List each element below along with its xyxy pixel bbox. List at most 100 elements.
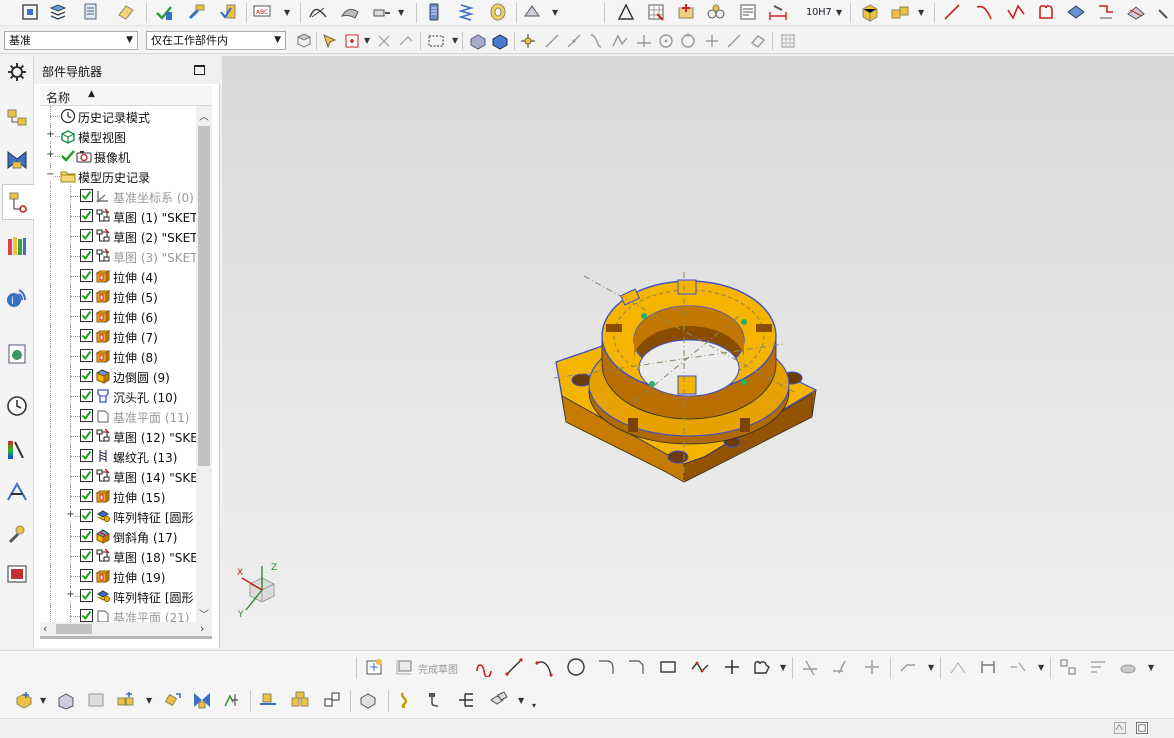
sketch-icon[interactable]: [364, 657, 384, 677]
tree-node[interactable]: 基准坐标系 (0): [40, 186, 196, 206]
feature-checkbox[interactable]: [80, 469, 93, 482]
gear-group-icon[interactable]: [706, 2, 726, 22]
expand-icon[interactable]: +: [46, 130, 55, 140]
arrange-icon[interactable]: [322, 690, 342, 710]
snap-icon[interactable]: [374, 31, 394, 51]
general-selection-icon[interactable]: [320, 31, 340, 51]
point-on-curve-icon[interactable]: [724, 31, 744, 51]
selection-filter-status-icon[interactable]: [1112, 720, 1128, 736]
tree-node[interactable]: 倒斜角 (17): [40, 526, 196, 546]
feature-checkbox[interactable]: [80, 509, 93, 522]
expand-icon[interactable]: +: [66, 590, 75, 600]
line-icon[interactable]: [942, 2, 962, 22]
mirror-curve-icon[interactable]: [948, 657, 968, 677]
report-icon[interactable]: [738, 2, 758, 22]
assembly-navigator-icon[interactable]: [5, 106, 29, 130]
feature-checkbox[interactable]: [80, 429, 93, 442]
finish-sketch-label[interactable]: 完成草图: [418, 661, 458, 676]
expand-icon[interactable]: +: [66, 510, 75, 520]
feature-selection-icon[interactable]: [342, 31, 362, 51]
tree-node[interactable]: + 模型视图: [40, 126, 196, 146]
tree-node[interactable]: 拉伸 (4): [40, 266, 196, 286]
tree-node[interactable]: 拉伸 (8): [40, 346, 196, 366]
point-icon[interactable]: [396, 31, 416, 51]
scrollbar-thumb[interactable]: [198, 126, 210, 466]
tolerance-label[interactable]: 10H7: [806, 7, 832, 18]
tree-node[interactable]: 沉头孔 (10): [40, 386, 196, 406]
feature-checkbox[interactable]: [80, 589, 93, 602]
settings-icon[interactable]: [5, 60, 29, 84]
snap-point-icon[interactable]: [518, 31, 538, 51]
settings-icon[interactable]: [522, 2, 542, 22]
coil-icon[interactable]: [488, 2, 508, 22]
spring-icon[interactable]: [456, 2, 476, 22]
tree-node[interactable]: 草图 (1) "SKET: [40, 206, 196, 226]
tree-node[interactable]: 草图 (18) "SKE: [40, 546, 196, 566]
create-array-icon[interactable]: [116, 690, 136, 710]
sequence-icon[interactable]: [396, 690, 416, 710]
tree-node[interactable]: + 摄像机: [40, 146, 196, 166]
feature-checkbox[interactable]: [80, 209, 93, 222]
feature-checkbox[interactable]: [80, 549, 93, 562]
point-icon[interactable]: [722, 657, 742, 677]
sheet-icon[interactable]: [340, 2, 360, 22]
horizontal-scrollbar[interactable]: ‹ ›: [40, 622, 212, 636]
scroll-down-icon[interactable]: ﹀: [199, 606, 209, 621]
vertical-scrollbar[interactable]: ︿ ﹀: [196, 106, 212, 622]
scrollbar-thumb[interactable]: [56, 624, 92, 634]
finish-sketch-icon[interactable]: [394, 657, 414, 677]
stack-icon[interactable]: [80, 2, 100, 22]
arc-icon[interactable]: [534, 657, 554, 677]
surface-icon[interactable]: [1126, 2, 1146, 22]
measure-icon[interactable]: [372, 2, 392, 22]
feature-checkbox[interactable]: [80, 229, 93, 242]
manufacturing-wizard-icon[interactable]: [5, 522, 29, 546]
tree-node[interactable]: 拉伸 (7): [40, 326, 196, 346]
move-component-icon[interactable]: [162, 690, 182, 710]
feature-checkbox[interactable]: [80, 249, 93, 262]
rapid-dimension-icon[interactable]: [978, 657, 998, 677]
filter-reset-icon[interactable]: [294, 31, 314, 51]
scroll-up-icon[interactable]: ︿: [199, 108, 209, 123]
constraint-navigator-icon[interactable]: [5, 148, 29, 172]
offset-curve-icon[interactable]: [898, 657, 918, 677]
template-icon[interactable]: [86, 690, 106, 710]
feature-checkbox[interactable]: [80, 309, 93, 322]
wave-geometry-linker-icon[interactable]: [258, 690, 278, 710]
scroll-right-icon[interactable]: ›: [200, 622, 204, 635]
grid-icon[interactable]: [646, 2, 666, 22]
tree-node[interactable]: + 阵列特征 [圆形: [40, 506, 196, 526]
dimension-icon[interactable]: [768, 2, 788, 22]
quick-trim-icon[interactable]: [800, 657, 820, 677]
tree-node[interactable]: 草图 (2) "SKET: [40, 226, 196, 246]
circle-center-icon[interactable]: [656, 31, 676, 51]
shade-icon[interactable]: [1066, 2, 1086, 22]
expand-icon[interactable]: +: [46, 150, 55, 160]
web-browser-icon[interactable]: i: [5, 286, 29, 310]
tree-node[interactable]: 历史记录模式: [40, 106, 196, 126]
feature-checkbox[interactable]: [80, 449, 93, 462]
tree-node[interactable]: 草图 (14) "SKE: [40, 466, 196, 486]
display-constraints-icon[interactable]: [1058, 657, 1078, 677]
body-icon[interactable]: [490, 31, 510, 51]
feature-checkbox[interactable]: [80, 569, 93, 582]
roles-icon[interactable]: [5, 562, 29, 586]
scroll-left-icon[interactable]: ‹: [43, 622, 47, 635]
feature-checkbox[interactable]: [80, 529, 93, 542]
abc-icon[interactable]: ABC: [252, 2, 272, 22]
view-triad[interactable]: Z X Y: [236, 562, 286, 618]
system-materials-icon[interactable]: [5, 438, 29, 462]
new-component-icon[interactable]: [56, 690, 76, 710]
point-on-surface-icon[interactable]: [748, 31, 768, 51]
curve-surface-icon[interactable]: [308, 2, 328, 22]
polyline-icon[interactable]: [1006, 2, 1026, 22]
shape-icon[interactable]: [1036, 2, 1056, 22]
tree-node[interactable]: 拉伸 (6): [40, 306, 196, 326]
history-icon[interactable]: [5, 342, 29, 366]
relations-browser-icon[interactable]: [1118, 657, 1138, 677]
solid-icon[interactable]: [468, 31, 488, 51]
tree-node[interactable]: 拉伸 (5): [40, 286, 196, 306]
mirror-assembly-icon[interactable]: [290, 690, 310, 710]
layers-icon[interactable]: [48, 2, 68, 22]
align-icon[interactable]: [20, 2, 40, 22]
